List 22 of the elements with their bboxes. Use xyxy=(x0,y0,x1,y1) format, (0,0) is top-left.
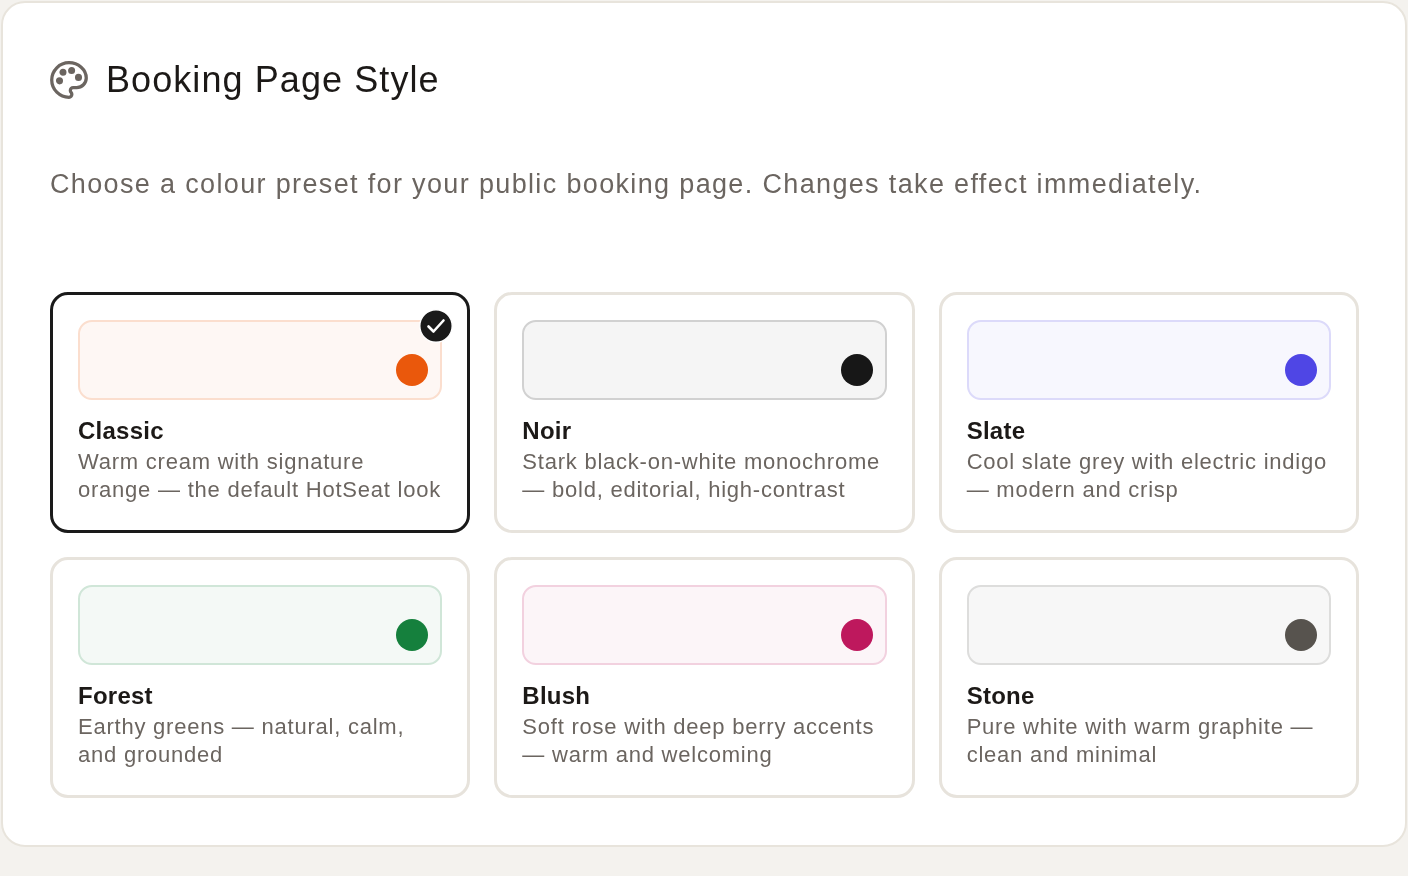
palette-icon xyxy=(50,61,88,99)
panel-title: Booking Page Style xyxy=(106,58,440,102)
preset-name: Stone xyxy=(966,681,1036,711)
preset-name: Noir xyxy=(522,416,573,446)
preset-name: Slate xyxy=(966,416,1027,446)
preset-description: Warm cream with signature orange — the default HotSeat look xyxy=(78,448,442,503)
preset-card[interactable]: Forest Earthy greens — natural, calm, and grounded xyxy=(50,557,471,798)
panel-description: Choose a colour preset for your public booking page. Changes take effect immediately. xyxy=(50,168,1204,201)
preset-card[interactable]: Noir Stark black-on-white monochrome — bold, editorial, high-contrast xyxy=(494,292,915,533)
preset-description: Stark black-on-white monochrome — bold, editorial, high-contrast xyxy=(522,448,881,503)
preset-card[interactable]: Blush Soft rose with deep berry accents — warm and welcoming xyxy=(494,557,915,798)
preset-name: Forest xyxy=(78,681,154,711)
preset-name: Blush xyxy=(522,681,592,711)
preset-description: Soft rose with deep berry accents — warm and welcoming xyxy=(522,713,876,768)
preset-name: Classic xyxy=(78,416,165,446)
preset-description: Cool slate grey with electric indigo — modern and crisp xyxy=(966,448,1328,503)
checkmark-icon xyxy=(419,309,454,343)
preset-card[interactable]: Stone Pure white with warm graphite — clean and minimal xyxy=(938,557,1359,798)
preset-card[interactable]: Slate Cool slate grey with electric indigo — modern and crisp xyxy=(938,292,1359,533)
preset-card[interactable]: Classic Warm cream with signature orange — the default HotSeat look xyxy=(50,292,471,533)
preset-description: Pure white with warm graphite — clean and minimal xyxy=(966,713,1315,768)
preset-description: Earthy greens — natural, calm, and grounded xyxy=(78,713,406,768)
